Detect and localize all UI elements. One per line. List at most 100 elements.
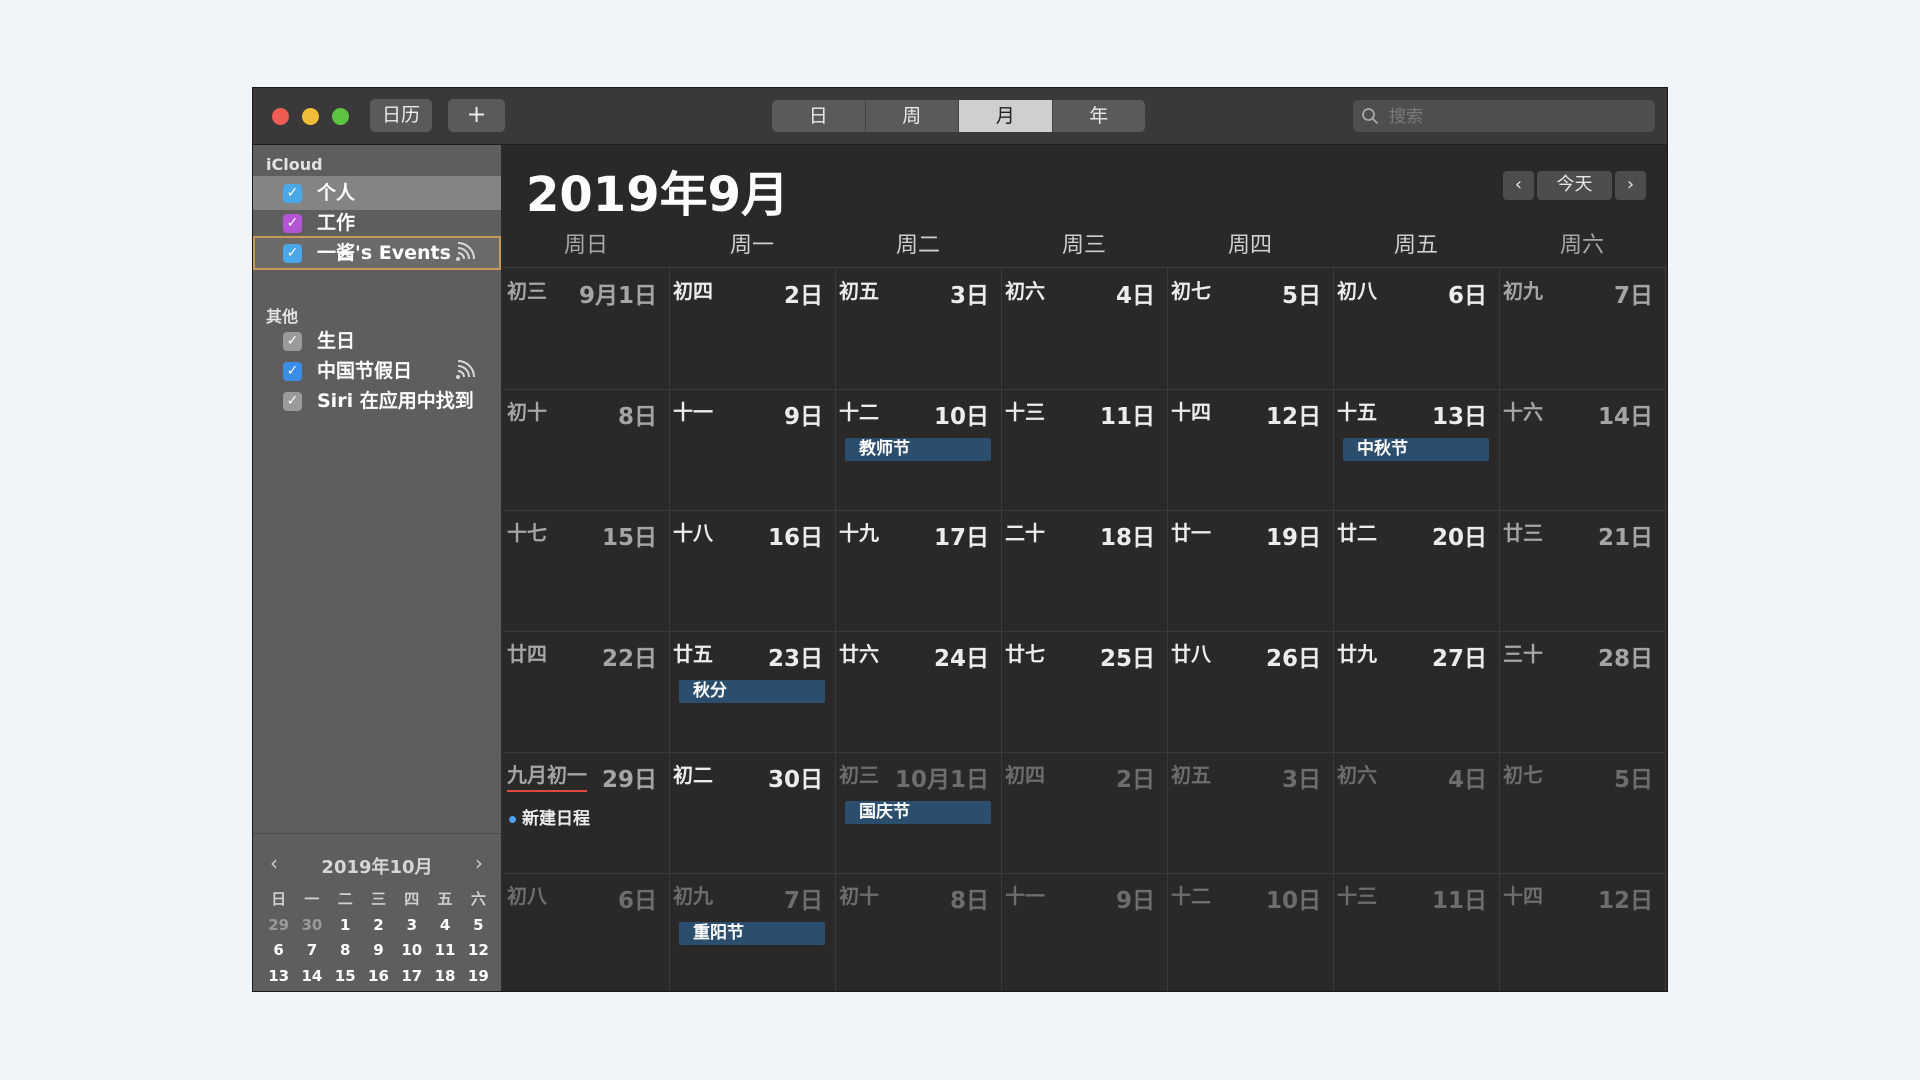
view-tab[interactable]: 日 <box>772 100 865 132</box>
day-cell[interactable]: 初三 9月1日 <box>503 268 670 390</box>
day-cell[interactable]: 九月初一 29日 新建日程 <box>503 752 670 874</box>
mini-day[interactable]: 30 <box>295 913 328 939</box>
holiday-event[interactable]: 国庆节 <box>845 801 991 824</box>
day-cell[interactable]: 廿八 26日 <box>1167 631 1334 753</box>
holiday-event[interactable]: 重阳节 <box>679 922 825 945</box>
add-event-button[interactable]: + <box>448 99 505 132</box>
mini-next-month-icon[interactable]: › <box>475 851 483 875</box>
day-cell[interactable]: 廿二 20日 <box>1333 510 1500 632</box>
day-cell[interactable]: 廿七 25日 <box>1001 631 1168 753</box>
day-cell[interactable]: 初九 7日 重阳节 <box>669 873 836 991</box>
day-cell[interactable]: 初八 6日 <box>503 873 670 991</box>
day-cell[interactable]: 廿六 24日 <box>835 631 1002 753</box>
day-cell[interactable]: 廿九 27日 <box>1333 631 1500 753</box>
day-cell[interactable]: 三十 28日 <box>1499 631 1666 753</box>
mini-day[interactable]: 11 <box>428 938 461 964</box>
previous-month-button[interactable]: ‹ <box>1503 171 1534 200</box>
next-month-button[interactable]: › <box>1615 171 1646 200</box>
mini-day[interactable]: 21 <box>295 989 328 991</box>
zoom-window-button[interactable] <box>332 108 349 125</box>
checkbox-icon[interactable]: ✓ <box>283 392 302 411</box>
mini-day[interactable]: 23 <box>362 989 395 991</box>
mini-day[interactable]: 4 <box>428 913 461 939</box>
mini-day[interactable]: 8 <box>329 938 362 964</box>
day-cell[interactable]: 十二 10日 教师节 <box>835 389 1002 511</box>
day-cell[interactable]: 初六 4日 <box>1333 752 1500 874</box>
day-cell[interactable]: 初五 3日 <box>1167 752 1334 874</box>
mini-day[interactable]: 18 <box>428 964 461 990</box>
day-cell[interactable]: 初十 8日 <box>503 389 670 511</box>
view-tab[interactable]: 年 <box>1051 100 1146 132</box>
day-cell[interactable]: 二十 18日 <box>1001 510 1168 632</box>
today-button[interactable]: 今天 <box>1537 171 1612 200</box>
calendar-item[interactable]: ✓ 一酱's Events <box>253 236 501 270</box>
day-cell[interactable]: 十四 12日 <box>1167 389 1334 511</box>
mini-day[interactable]: 24 <box>395 989 428 991</box>
mini-day[interactable]: 29 <box>262 913 295 939</box>
mini-day[interactable]: 26 <box>462 989 495 991</box>
day-cell[interactable]: 十九 17日 <box>835 510 1002 632</box>
day-cell[interactable]: 廿一 19日 <box>1167 510 1334 632</box>
mini-day[interactable]: 9 <box>362 938 395 964</box>
mini-day[interactable]: 10 <box>395 938 428 964</box>
calendar-item[interactable]: ✓ 中国节假日 <box>253 354 501 388</box>
day-cell[interactable]: 廿四 22日 <box>503 631 670 753</box>
checkbox-icon[interactable]: ✓ <box>283 184 302 203</box>
checkbox-icon[interactable]: ✓ <box>283 332 302 351</box>
view-tab[interactable]: 月 <box>958 100 1052 132</box>
day-cell[interactable]: 廿五 23日 秋分 <box>669 631 836 753</box>
mini-day[interactable]: 2 <box>362 913 395 939</box>
day-cell[interactable]: 初七 5日 <box>1499 752 1666 874</box>
mini-day[interactable]: 13 <box>262 964 295 990</box>
view-tab[interactable]: 周 <box>864 100 959 132</box>
mini-day[interactable]: 16 <box>362 964 395 990</box>
mini-prev-month-icon[interactable]: ‹ <box>270 851 278 875</box>
mini-day[interactable]: 14 <box>295 964 328 990</box>
day-cell[interactable]: 初八 6日 <box>1333 268 1500 390</box>
mini-day[interactable]: 17 <box>395 964 428 990</box>
mini-day[interactable]: 15 <box>329 964 362 990</box>
holiday-event[interactable]: 中秋节 <box>1343 438 1489 461</box>
checkbox-icon[interactable]: ✓ <box>283 362 302 381</box>
day-cell[interactable]: 初七 5日 <box>1167 268 1334 390</box>
mini-day[interactable]: 3 <box>395 913 428 939</box>
day-cell[interactable]: 初六 4日 <box>1001 268 1168 390</box>
holiday-event[interactable]: 秋分 <box>679 680 825 703</box>
day-cell[interactable]: 初十 8日 <box>835 873 1002 991</box>
day-cell[interactable]: 十七 15日 <box>503 510 670 632</box>
day-cell[interactable]: 初四 2日 <box>1001 752 1168 874</box>
holiday-event[interactable]: 教师节 <box>845 438 991 461</box>
day-cell[interactable]: 十四 12日 <box>1499 873 1666 991</box>
minimize-window-button[interactable] <box>302 108 319 125</box>
day-cell[interactable]: 初三 10月1日 国庆节 <box>835 752 1002 874</box>
day-cell[interactable]: 十六 14日 <box>1499 389 1666 511</box>
mini-day[interactable]: 20 <box>262 989 295 991</box>
close-window-button[interactable] <box>272 108 289 125</box>
checkbox-icon[interactable]: ✓ <box>283 244 302 263</box>
day-cell[interactable]: 十二 10日 <box>1167 873 1334 991</box>
calendar-item[interactable]: ✓ Siri 在应用中找到 <box>253 384 501 418</box>
mini-day[interactable]: 12 <box>462 938 495 964</box>
search-field[interactable] <box>1353 100 1655 132</box>
mini-day[interactable]: 19 <box>462 964 495 990</box>
day-cell[interactable]: 初二 30日 <box>669 752 836 874</box>
event-item[interactable]: 新建日程 <box>509 804 590 829</box>
day-cell[interactable]: 十三 11日 <box>1001 389 1168 511</box>
calendar-item[interactable]: ✓ 生日 <box>253 324 501 358</box>
mini-day[interactable]: 5 <box>462 913 495 939</box>
day-cell[interactable]: 十一 9日 <box>1001 873 1168 991</box>
mini-day[interactable]: 25 <box>428 989 461 991</box>
checkbox-icon[interactable]: ✓ <box>283 214 302 233</box>
calendar-item[interactable]: ✓ 个人 <box>253 176 501 210</box>
day-cell[interactable]: 十八 16日 <box>669 510 836 632</box>
calendars-button[interactable]: 日历 <box>370 99 432 132</box>
day-cell[interactable]: 初九 7日 <box>1499 268 1666 390</box>
calendar-item[interactable]: ✓ 工作 <box>253 206 501 240</box>
day-cell[interactable]: 十一 9日 <box>669 389 836 511</box>
mini-day[interactable]: 6 <box>262 938 295 964</box>
day-cell[interactable]: 十三 11日 <box>1333 873 1500 991</box>
day-cell[interactable]: 十五 13日 中秋节 <box>1333 389 1500 511</box>
mini-day[interactable]: 22 <box>329 989 362 991</box>
mini-day[interactable]: 1 <box>329 913 362 939</box>
mini-day[interactable]: 7 <box>295 938 328 964</box>
